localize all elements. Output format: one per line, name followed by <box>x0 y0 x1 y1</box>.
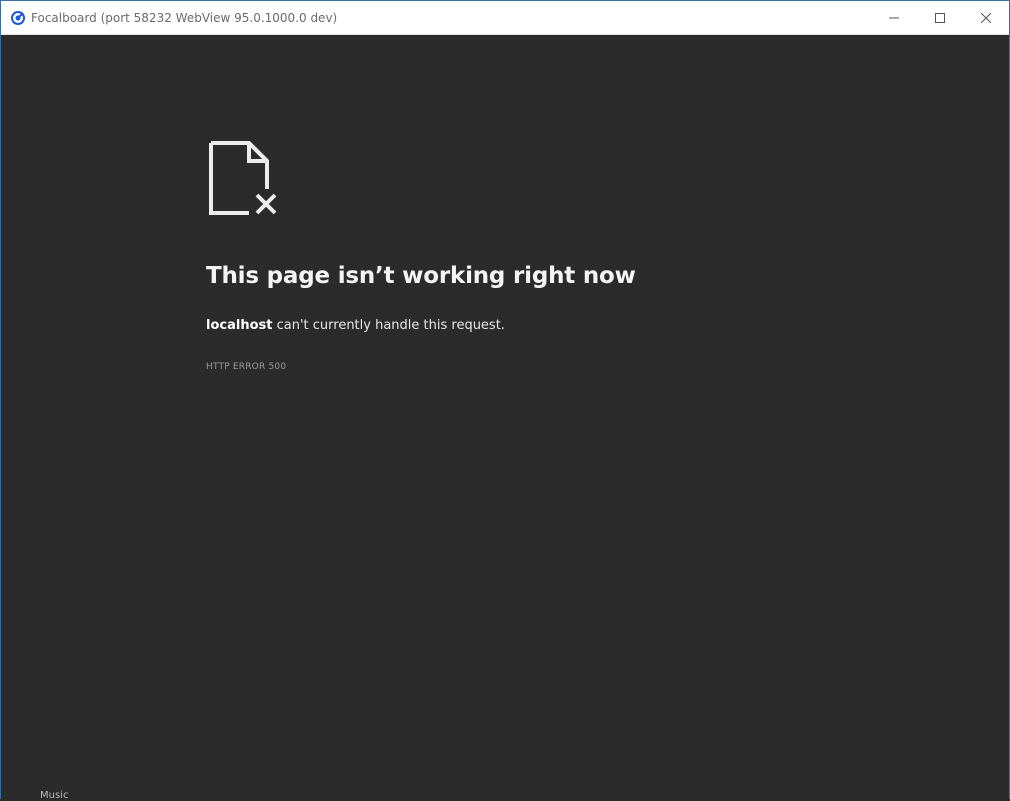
minimize-button[interactable] <box>871 1 917 34</box>
close-button[interactable] <box>963 1 1009 34</box>
app-window: Focalboard (port 58232 WebView 95.0.1000… <box>0 0 1010 799</box>
window-controls <box>871 1 1009 34</box>
background-taskbar-item: Music <box>40 790 69 801</box>
maximize-icon <box>935 12 945 23</box>
focalboard-app-icon <box>11 10 25 25</box>
minimize-icon <box>889 17 899 18</box>
broken-file-icon <box>209 141 277 215</box>
title-bar[interactable]: Focalboard (port 58232 WebView 95.0.1000… <box>1 1 1009 35</box>
webview-content: This page isn’t working right now localh… <box>1 35 1009 799</box>
error-message: localhost can't currently handle this re… <box>206 318 505 333</box>
error-message-text: can't currently handle this request. <box>272 318 505 333</box>
window-title: Focalboard (port 58232 WebView 95.0.1000… <box>31 10 338 25</box>
error-headline: This page isn’t working right now <box>206 263 636 289</box>
error-host: localhost <box>206 318 273 333</box>
maximize-button[interactable] <box>917 1 963 34</box>
error-code: HTTP ERROR 500 <box>206 362 287 372</box>
close-icon <box>981 12 991 23</box>
